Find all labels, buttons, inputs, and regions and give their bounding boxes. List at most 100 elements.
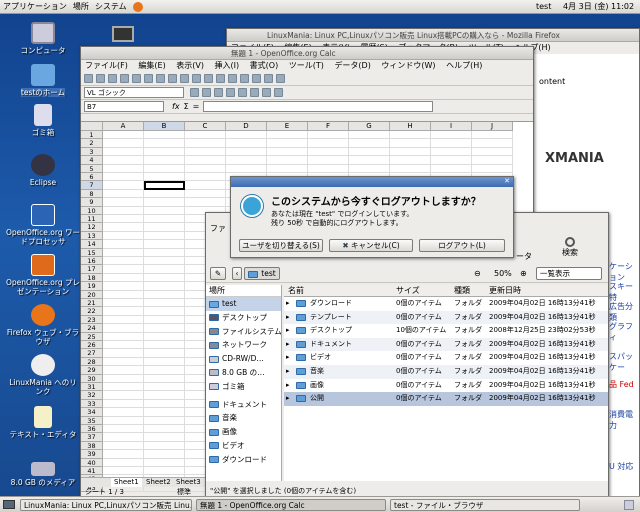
cell[interactable] (144, 223, 185, 232)
cell[interactable] (103, 181, 144, 190)
cell[interactable] (103, 173, 144, 182)
file-list[interactable]: 名前 サイズ 種類 更新日時 ▸ ダウンロード 0個のアイテム フォルダ 2009年04… (284, 285, 608, 481)
cell[interactable] (103, 206, 144, 215)
cell[interactable] (103, 156, 144, 165)
cell[interactable] (226, 156, 267, 165)
bold-icon[interactable] (190, 88, 199, 97)
logout-dialog[interactable]: ✕ このシステムから今すぐログアウトしますか？ あなたは現在 "test" でロ… (230, 176, 514, 258)
cell[interactable] (103, 315, 144, 325)
calc-menu-data[interactable]: データ(D) (334, 61, 370, 70)
file-row[interactable]: ▸ 公開 0個のアイテム フォルダ 2009年04月02日 16時13分41秒 (284, 392, 608, 406)
cell[interactable] (308, 131, 349, 140)
page-link-2[interactable]: スキー特 (609, 281, 639, 303)
edit-location-button[interactable]: ✎ (210, 267, 226, 280)
cell[interactable] (144, 231, 185, 241)
row-header[interactable]: 23 (81, 315, 103, 325)
cell[interactable] (103, 341, 144, 350)
cell[interactable] (103, 164, 144, 173)
cell[interactable] (185, 147, 226, 157)
cell[interactable] (144, 164, 185, 173)
place-item[interactable]: ゴミ箱 (206, 380, 281, 394)
row-header[interactable]: 17 (81, 265, 103, 274)
cell[interactable] (103, 299, 144, 308)
desktop-icon-computer[interactable]: コンピュータ (6, 22, 80, 55)
cell[interactable] (267, 147, 308, 157)
cell[interactable] (185, 198, 226, 207)
zoom-out-icon[interactable]: ⊖ (474, 269, 481, 278)
firefox-launcher-icon[interactable] (132, 1, 143, 12)
menu-system[interactable]: システム (95, 1, 127, 12)
cell[interactable] (144, 290, 185, 299)
cell[interactable] (349, 139, 390, 148)
file-row[interactable]: ▸ デスクトップ 10個のアイテム フォルダ 2008年12月25日 23時02分53秒 (284, 324, 608, 338)
desktop-icon-impress[interactable]: OpenOffice.org プレゼンテーション (6, 254, 80, 296)
cell[interactable] (185, 131, 226, 140)
row-header[interactable]: 14 (81, 240, 103, 249)
task-file-browser[interactable]: test - ファイル・ブラウザ (390, 499, 580, 511)
print-icon[interactable] (156, 74, 165, 83)
cell[interactable] (144, 189, 185, 199)
cell[interactable] (431, 156, 472, 165)
row-header[interactable]: 6 (81, 173, 103, 182)
cell[interactable] (144, 332, 185, 341)
cell[interactable] (431, 164, 472, 173)
row-header[interactable]: 35 (81, 416, 103, 425)
cell[interactable] (226, 164, 267, 173)
cell[interactable] (144, 315, 185, 325)
cell[interactable] (185, 189, 226, 199)
cell[interactable] (144, 147, 185, 157)
row-header[interactable]: 36 (81, 425, 103, 434)
desktop-icon-eclipse[interactable]: Eclipse (6, 154, 80, 187)
desktop-icon-text-editor[interactable]: テキスト・エディタ (6, 406, 80, 439)
row-header[interactable]: 31 (81, 383, 103, 392)
row-header[interactable]: 20 (81, 290, 103, 299)
cell[interactable] (103, 307, 144, 316)
cell[interactable] (103, 131, 144, 140)
calc-menu-tools[interactable]: ツール(T) (289, 61, 324, 70)
row-header[interactable]: 33 (81, 399, 103, 409)
new-icon[interactable] (84, 74, 93, 83)
cell[interactable] (103, 223, 144, 232)
undo-icon[interactable] (228, 74, 237, 83)
cell[interactable] (144, 248, 185, 257)
path-button-test[interactable]: test (244, 267, 280, 280)
cell[interactable] (103, 391, 144, 400)
file-row[interactable]: ▸ ダウンロード 0個のアイテム フォルダ 2009年04月02日 16時13分41秒 (284, 297, 608, 311)
column-header[interactable]: I (431, 122, 472, 131)
cell[interactable] (144, 299, 185, 308)
column-size[interactable]: サイズ (396, 285, 420, 297)
page-link-5[interactable]: スパッケー (609, 351, 639, 373)
mail-icon[interactable] (120, 74, 129, 83)
cell[interactable] (144, 441, 185, 451)
copy-icon[interactable] (204, 74, 213, 83)
menu-places[interactable]: 場所 (73, 1, 89, 12)
column-header[interactable]: F (308, 122, 349, 131)
open-icon[interactable] (96, 74, 105, 83)
place-item[interactable]: CD-RW/D… (206, 352, 281, 366)
cell[interactable] (226, 139, 267, 148)
cell[interactable] (144, 173, 185, 182)
row-header[interactable]: 32 (81, 391, 103, 400)
spellcheck-icon[interactable] (180, 74, 189, 83)
italic-icon[interactable] (202, 88, 211, 97)
cell[interactable] (103, 425, 144, 434)
row-header[interactable]: 30 (81, 374, 103, 383)
row-header[interactable]: 19 (81, 282, 103, 291)
expander-icon[interactable]: ▸ (286, 338, 290, 352)
row-header[interactable]: 12 (81, 223, 103, 232)
cell[interactable] (472, 139, 513, 148)
currency-icon[interactable] (262, 88, 271, 97)
cell[interactable] (103, 357, 144, 367)
cell[interactable] (144, 366, 185, 375)
edit-icon[interactable] (132, 74, 141, 83)
cell[interactable] (226, 147, 267, 157)
underline-icon[interactable] (214, 88, 223, 97)
cell[interactable] (103, 332, 144, 341)
font-name-box[interactable]: VL ゴシック (84, 87, 184, 98)
cell[interactable] (144, 374, 185, 383)
place-item[interactable]: 8.0 GB の… (206, 366, 281, 380)
places-header[interactable]: 場所 (206, 285, 281, 297)
cell[interactable] (103, 290, 144, 299)
cell[interactable] (144, 131, 185, 140)
trash-applet-icon[interactable] (624, 500, 634, 510)
